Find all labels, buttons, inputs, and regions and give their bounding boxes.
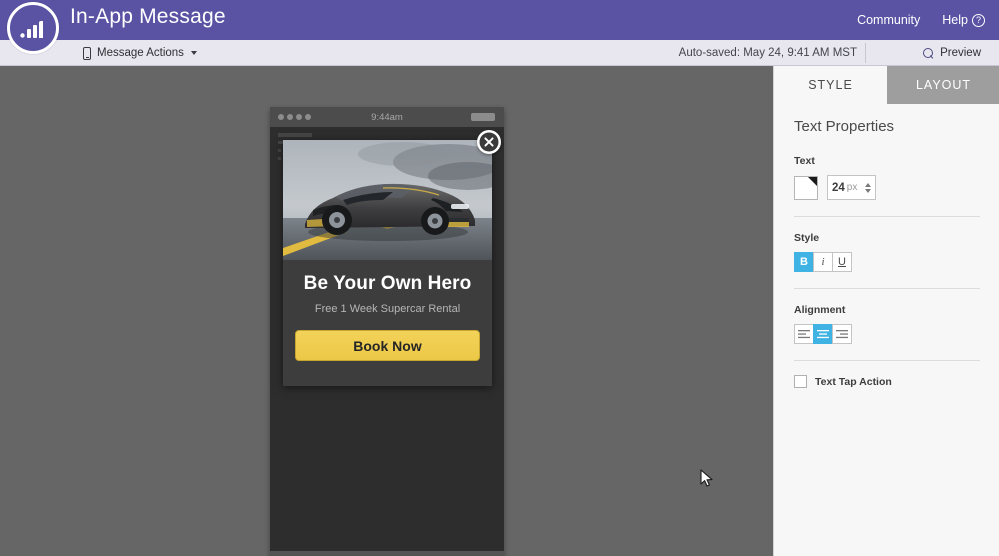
message-subheading: Free 1 Week Supercar Rental (314, 303, 461, 315)
text-tap-action-row[interactable]: Text Tap Action (794, 375, 980, 388)
message-actions-dropdown[interactable]: Message Actions (83, 40, 197, 66)
battery-icon (471, 113, 495, 121)
phone-status-time: 9:44am (371, 111, 403, 123)
help-link[interactable]: Help ? (942, 13, 985, 27)
mobile-phone-icon (83, 46, 91, 60)
font-size-input[interactable]: 24 px (827, 175, 876, 200)
panel-title: Text Properties (794, 118, 895, 135)
preview-label: Preview (940, 47, 981, 59)
alignment-section-label: Alignment (794, 304, 846, 316)
tab-layout[interactable]: LAYOUT (887, 66, 999, 104)
italic-button[interactable]: i (813, 252, 833, 272)
phone-preview-frame: 9:44am Be Your Own Hero Free 1 Week Supe… (270, 107, 504, 556)
spinner-up-down-icon[interactable] (865, 182, 871, 193)
autosave-status: Auto-saved: May 24, 9:41 AM MST (678, 47, 857, 59)
text-tap-action-checkbox[interactable] (794, 375, 807, 388)
question-mark-circle-icon: ? (972, 13, 985, 27)
align-right-icon[interactable] (832, 324, 852, 344)
font-size-value: 24 (832, 181, 845, 194)
alignment-button-group (794, 324, 980, 344)
tab-style[interactable]: STYLE (774, 66, 887, 104)
preview-button[interactable]: Preview (923, 40, 981, 66)
section-divider (794, 288, 980, 289)
caret-down-icon (190, 51, 197, 55)
underline-button[interactable]: U (832, 252, 852, 272)
text-color-swatch-icon[interactable] (794, 175, 818, 200)
section-divider (794, 360, 980, 361)
editor-canvas: 9:44am Be Your Own Hero Free 1 Week Supe… (0, 66, 773, 556)
toolbar-divider (865, 43, 866, 63)
style-section-label: Style (794, 232, 820, 244)
community-link[interactable]: Community (857, 13, 920, 27)
in-app-message-card[interactable]: Be Your Own Hero Free 1 Week Supercar Re… (283, 130, 501, 386)
secondary-toolbar: Message Actions Auto-saved: May 24, 9:41… (0, 40, 999, 66)
text-tap-action-label: Text Tap Action (815, 375, 892, 388)
section-divider (794, 216, 980, 217)
text-properties-section: Text 24 px (794, 155, 980, 200)
message-heading: Be Your Own Hero (303, 273, 472, 294)
close-message-button[interactable] (477, 130, 501, 154)
style-section: Style B i U (794, 232, 980, 272)
help-label: Help (942, 13, 968, 27)
align-left-icon[interactable] (794, 324, 814, 344)
panel-body: Text Properties Text 24 px Style B i U A… (774, 104, 999, 388)
phone-status-bar: 9:44am (270, 107, 504, 127)
header-actions: Community Help ? (857, 0, 985, 40)
phone-footer-bar (270, 551, 504, 556)
close-x-icon (479, 132, 499, 152)
panel-tabs: STYLE LAYOUT (774, 66, 999, 104)
properties-panel: STYLE LAYOUT Text Properties Text 24 px (773, 66, 999, 556)
supercar-on-road-image (283, 140, 492, 260)
align-center-icon[interactable] (813, 324, 833, 344)
arrow-pointer-cursor (700, 469, 714, 494)
text-style-button-group: B i U (794, 252, 980, 272)
font-size-unit: px (846, 182, 858, 193)
book-now-button[interactable]: Book Now (295, 330, 480, 361)
top-header-bar: In-App Message Community Help ? (0, 0, 999, 40)
alignment-section: Alignment (794, 304, 980, 344)
text-section-label: Text (794, 155, 815, 167)
bar-chart-circle-logo[interactable] (7, 2, 59, 54)
message-actions-label: Message Actions (97, 47, 184, 59)
bold-button[interactable]: B (794, 252, 814, 272)
search-icon (923, 47, 934, 59)
app-root: In-App Message Community Help ? Message … (0, 0, 999, 556)
page-title: In-App Message (70, 5, 226, 28)
